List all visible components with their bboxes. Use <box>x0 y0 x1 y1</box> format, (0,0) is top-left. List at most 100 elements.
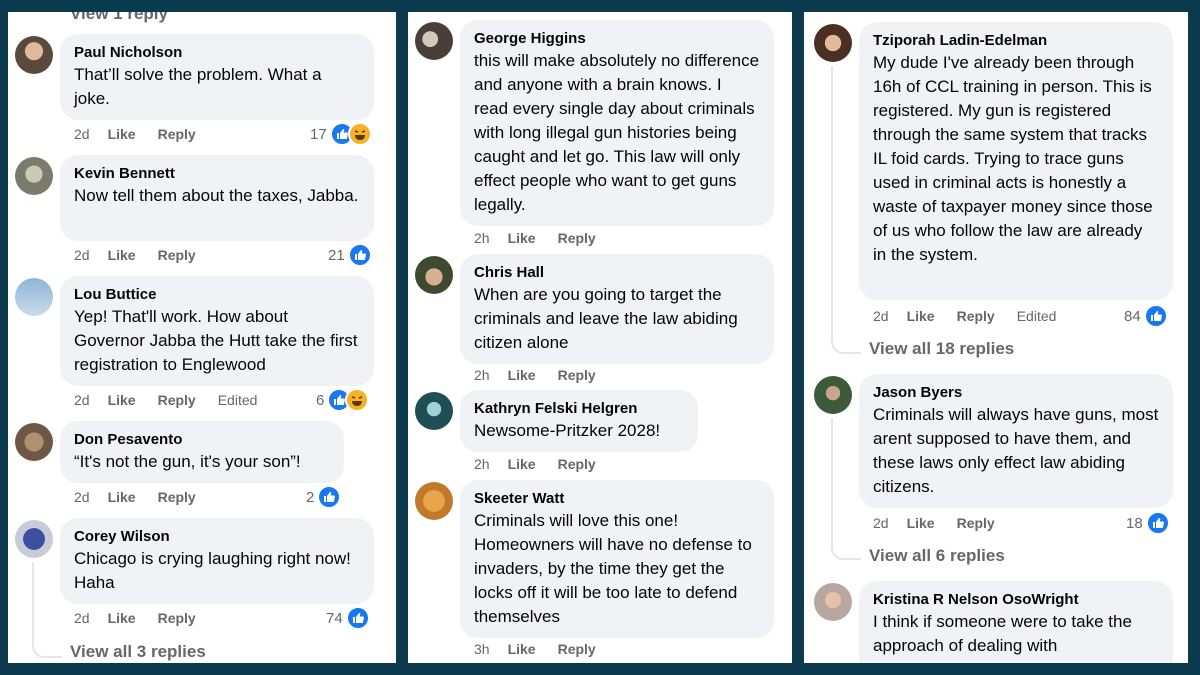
comment-time[interactable]: 2d <box>873 308 889 324</box>
reply-button[interactable]: Reply <box>957 515 995 531</box>
view-replies-link[interactable]: View all 18 replies <box>869 339 1014 359</box>
comment-author[interactable]: Don Pesavento <box>74 430 330 450</box>
comment-actions: 2d Like Reply Edited <box>873 306 1078 326</box>
reply-button[interactable]: Reply <box>158 489 196 505</box>
comment-time[interactable]: 3h <box>474 641 490 657</box>
comment-text: Criminals will love this one! Homeowners… <box>474 511 752 626</box>
avatar[interactable] <box>415 256 453 294</box>
avatar[interactable] <box>15 36 53 74</box>
reply-button[interactable]: Reply <box>558 230 596 246</box>
comment-time[interactable]: 2d <box>873 515 889 531</box>
avatar[interactable] <box>814 583 852 621</box>
comment-actions: 2d Like Reply <box>74 608 218 628</box>
comment-text: My dude I've already been through 16h of… <box>873 53 1153 264</box>
comment-time[interactable]: 2d <box>74 610 90 626</box>
avatar[interactable] <box>814 376 852 414</box>
reaction-summary[interactable]: 21 <box>328 243 372 267</box>
like-button[interactable]: Like <box>108 610 136 626</box>
comment-time[interactable]: 2d <box>74 489 90 505</box>
avatar[interactable] <box>15 157 53 195</box>
like-button[interactable]: Like <box>907 515 935 531</box>
avatar[interactable] <box>415 392 453 430</box>
comment-time[interactable]: 2d <box>74 392 90 408</box>
comment-text: Criminals will always have guns, most ar… <box>873 405 1159 496</box>
comment-time[interactable]: 2h <box>474 230 490 246</box>
comments-panel-right: Tziporah Ladin-Edelman My dude I've alre… <box>804 12 1188 663</box>
comment-text: Chicago is crying laughing right now! Ha… <box>74 549 351 592</box>
comment-author[interactable]: Kevin Bennett <box>74 164 360 184</box>
comment-time[interactable]: 2h <box>474 456 490 472</box>
comment-author[interactable]: Corey Wilson <box>74 527 360 547</box>
like-button[interactable]: Like <box>907 308 935 324</box>
comment-author[interactable]: Kathryn Felski Helgren <box>474 399 684 419</box>
reply-button[interactable]: Reply <box>558 456 596 472</box>
reply-button[interactable]: Reply <box>158 610 196 626</box>
like-button[interactable]: Like <box>108 126 136 142</box>
avatar[interactable] <box>15 520 53 558</box>
reply-button[interactable]: Reply <box>158 392 196 408</box>
like-button[interactable]: Like <box>108 247 136 263</box>
comment-bubble: Chris Hall When are you going to target … <box>460 254 774 364</box>
comment-author[interactable]: Skeeter Watt <box>474 489 760 509</box>
comment-actions: 2d Like Reply <box>873 513 1017 533</box>
comment-author[interactable]: Chris Hall <box>474 263 760 283</box>
comment-actions: 2d Like Reply <box>74 245 218 265</box>
comment-bubble: Paul Nicholson That’ll solve the problem… <box>60 34 374 120</box>
comment-time[interactable]: 2d <box>74 126 90 142</box>
comment-author[interactable]: Kristina R Nelson OsoWright <box>873 590 1159 610</box>
like-reaction-icon <box>345 606 370 630</box>
reaction-summary[interactable]: 6 <box>316 388 370 412</box>
like-button[interactable]: Like <box>508 367 536 383</box>
comment-actions: 2h Like Reply <box>474 365 618 385</box>
comment-text: That’ll solve the problem. What a joke. <box>74 65 322 108</box>
view-replies-link[interactable]: View all 3 replies <box>70 642 206 662</box>
like-button[interactable]: Like <box>508 641 536 657</box>
avatar[interactable] <box>15 423 53 461</box>
comment-author[interactable]: Paul Nicholson <box>74 43 360 63</box>
like-button[interactable]: Like <box>108 489 136 505</box>
like-reaction-icon <box>1145 511 1170 535</box>
comment-bubble: Corey Wilson Chicago is crying laughing … <box>60 518 374 604</box>
comment-author[interactable]: Lou Buttice <box>74 285 360 305</box>
reaction-summary[interactable]: 18 <box>1126 511 1170 535</box>
reaction-count: 17 <box>310 125 327 143</box>
comment-bubble: Kathryn Felski Helgren Newsome-Pritzker … <box>460 390 698 452</box>
comment-time[interactable]: 2h <box>474 367 490 383</box>
avatar[interactable] <box>15 278 53 316</box>
comment-bubble: Skeeter Watt Criminals will love this on… <box>460 480 774 638</box>
comment-author[interactable]: Jason Byers <box>873 383 1159 403</box>
avatar[interactable] <box>415 482 453 520</box>
comment-time[interactable]: 2d <box>74 247 90 263</box>
like-reaction-icon <box>1143 304 1168 328</box>
reaction-summary[interactable]: 17 <box>310 122 372 146</box>
haha-reaction-icon <box>347 122 372 146</box>
comment-bubble: George Higgins this will make absolutely… <box>460 20 774 226</box>
comment-author[interactable]: Tziporah Ladin-Edelman <box>873 31 1159 51</box>
view-replies-link[interactable]: View all 6 replies <box>869 546 1005 566</box>
reaction-summary[interactable]: 84 <box>1124 304 1168 328</box>
avatar[interactable] <box>415 22 453 60</box>
comment-bubble: Tziporah Ladin-Edelman My dude I've alre… <box>859 22 1173 300</box>
reply-button[interactable]: Reply <box>558 367 596 383</box>
comment-text: Yep! That'll work. How about Governor Ja… <box>74 307 358 374</box>
like-button[interactable]: Like <box>508 456 536 472</box>
comment-author[interactable]: George Higgins <box>474 29 760 49</box>
reply-button[interactable]: Reply <box>158 247 196 263</box>
comment-actions: 2h Like Reply <box>474 228 618 248</box>
like-reaction-icon <box>317 485 342 509</box>
reply-button[interactable]: Reply <box>558 641 596 657</box>
edited-label: Edited <box>1016 308 1057 324</box>
comment-text: Now tell them about the taxes, Jabba. <box>74 186 359 205</box>
like-button[interactable]: Like <box>508 230 536 246</box>
reply-button[interactable]: Reply <box>957 308 995 324</box>
reaction-count: 74 <box>326 609 343 627</box>
like-button[interactable]: Like <box>108 392 136 408</box>
reaction-summary[interactable]: 2 <box>306 485 342 509</box>
reaction-summary[interactable]: 74 <box>326 606 370 630</box>
view-replies-link[interactable]: View 1 reply <box>70 12 168 24</box>
avatar[interactable] <box>814 24 852 62</box>
reply-button[interactable]: Reply <box>158 126 196 142</box>
haha-reaction-icon <box>345 388 370 412</box>
comment-text: “It's not the gun, it's your son”! <box>74 452 301 471</box>
comment-actions: 2d Like Reply Edited <box>74 390 279 410</box>
